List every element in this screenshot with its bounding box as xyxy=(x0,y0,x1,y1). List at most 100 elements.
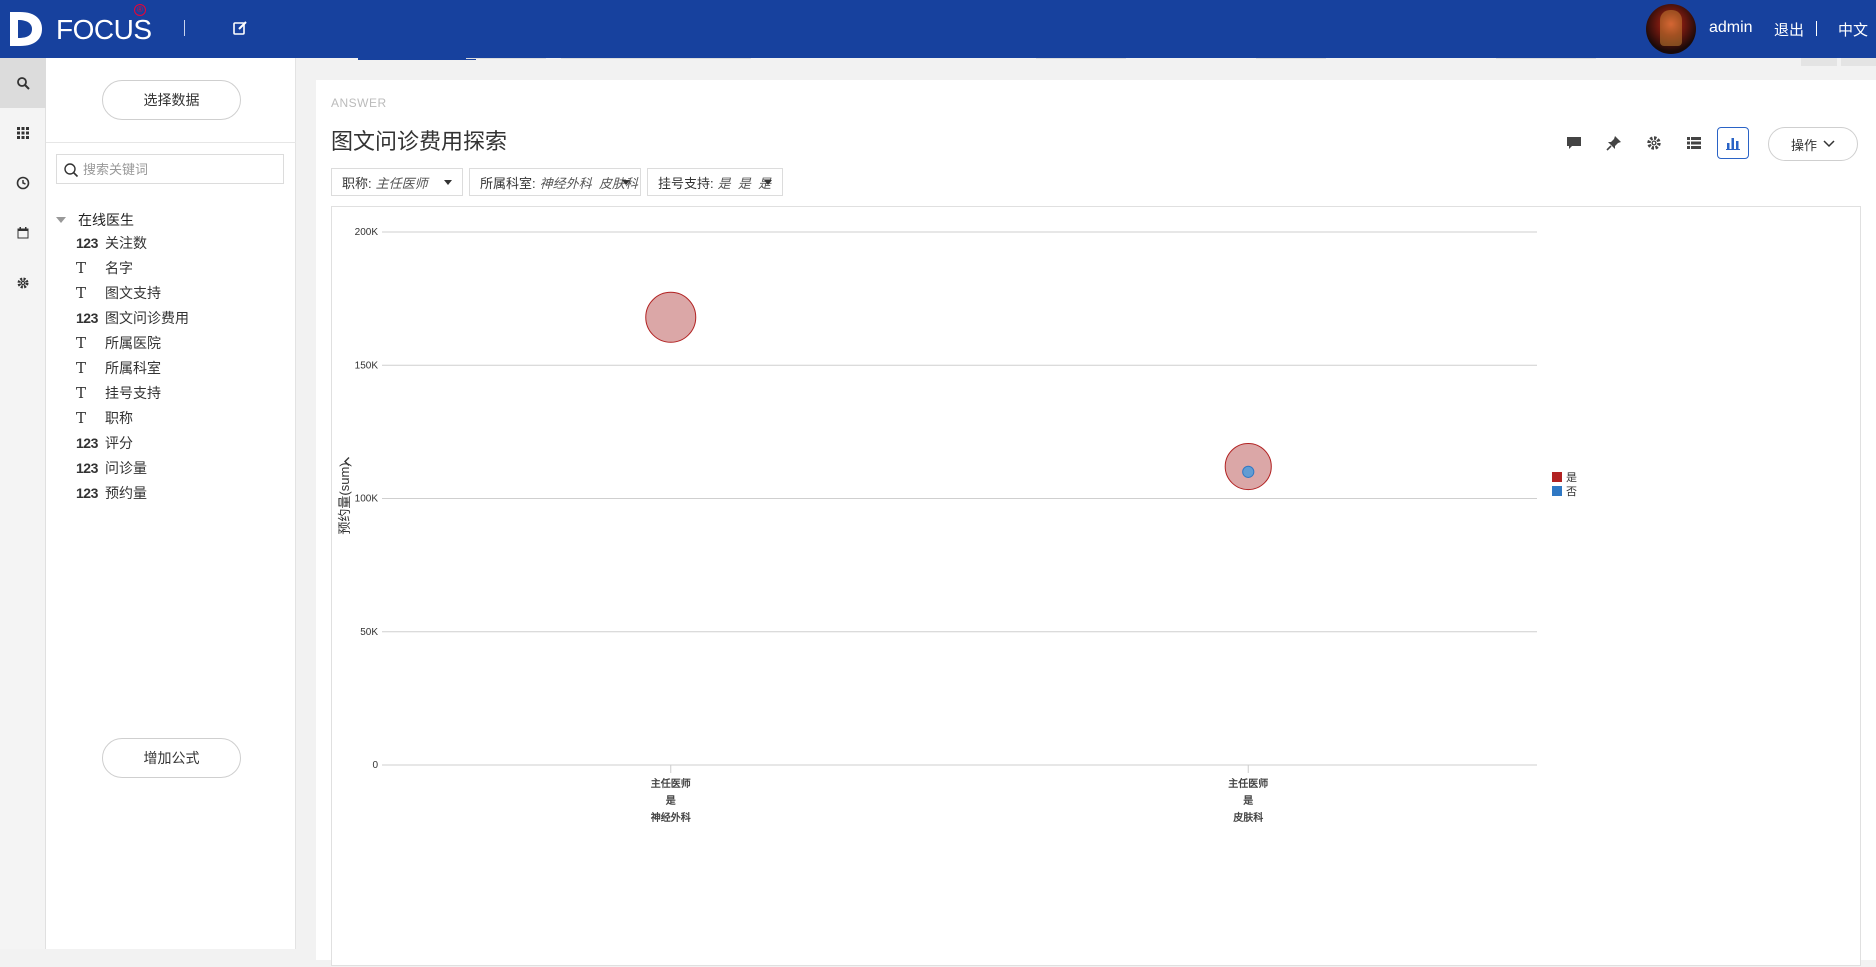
table-view-button[interactable] xyxy=(1681,130,1707,156)
filter-title-key: 职称: xyxy=(342,175,372,191)
rail-item-history[interactable] xyxy=(0,158,46,208)
answer-card: ANSWER 图文问诊费用探索 操作 职称: 主任医师 所属科室: 神经外科 皮… xyxy=(316,80,1876,966)
clock-icon xyxy=(16,176,30,190)
filter-department-key: 所属科室: xyxy=(480,175,536,191)
field-item[interactable]: T 挂号支持 xyxy=(76,380,189,405)
number-type-icon: 123 xyxy=(76,234,98,251)
registered-mark: ® xyxy=(134,4,146,16)
y-tick-label: 150K xyxy=(355,360,379,371)
settings-button[interactable] xyxy=(1641,130,1667,156)
logout-link[interactable]: 退出 xyxy=(1774,19,1804,40)
filter-title-value: 主任医师 xyxy=(375,175,428,191)
answer-section-label: ANSWER xyxy=(331,96,387,110)
field-item[interactable]: 123 问诊量 xyxy=(76,455,189,480)
user-name[interactable]: admin xyxy=(1709,19,1753,37)
top-bar: FOCUS ® admin 退出 中文 xyxy=(0,0,1876,58)
caret-down-icon xyxy=(622,180,630,185)
field-name: 图文支持 xyxy=(105,284,161,301)
field-search-input[interactable] xyxy=(83,159,279,179)
x-tick-label: 是 xyxy=(1242,795,1253,807)
x-tick-label: 是 xyxy=(665,795,676,807)
rail-item-search[interactable] xyxy=(0,58,46,108)
text-type-icon: T xyxy=(76,408,86,427)
rail-item-apps[interactable] xyxy=(0,108,46,158)
table-name: 在线医生 xyxy=(78,212,134,228)
filter-title[interactable]: 职称: 主任医师 xyxy=(331,168,463,196)
page-title: 图文问诊费用探索 xyxy=(331,129,508,154)
field-item[interactable]: T 职称 xyxy=(76,405,189,430)
language-switch[interactable]: 中文 xyxy=(1838,19,1868,40)
logo-mark-icon xyxy=(10,12,42,46)
field-item[interactable]: T 所属科室 xyxy=(76,355,189,380)
number-type-icon: 123 xyxy=(76,459,98,476)
field-name: 职称 xyxy=(105,409,133,426)
field-item[interactable]: 123 预约量 xyxy=(76,480,189,505)
add-formula-button[interactable]: 增加公式 xyxy=(102,738,241,778)
number-type-icon: 123 xyxy=(76,434,98,451)
top-divider-2 xyxy=(1816,21,1817,36)
bubble-chart: 050K100K150K200K预约量(sum)主任医师是神经外科主任医师是皮肤… xyxy=(337,227,1577,824)
x-tick-label: 主任医师 xyxy=(651,777,691,790)
edit-icon[interactable] xyxy=(232,20,248,36)
panel-divider xyxy=(46,142,296,143)
search-icon xyxy=(17,77,30,90)
grid-icon xyxy=(17,127,29,139)
text-type-icon: T xyxy=(76,358,86,377)
filter-department[interactable]: 所属科室: 神经外科 皮肤科 xyxy=(469,168,641,196)
field-search xyxy=(56,154,284,184)
operations-label: 操作 xyxy=(1790,137,1817,153)
caret-down-icon xyxy=(444,180,452,185)
legend-swatch xyxy=(1552,472,1562,482)
filter-registration-key: 挂号支持: xyxy=(658,175,714,191)
caret-down-icon[interactable] xyxy=(56,217,66,223)
field-name: 名字 xyxy=(105,259,133,276)
field-item[interactable]: 123 评分 xyxy=(76,430,189,455)
field-item[interactable]: T 所属医院 xyxy=(76,330,189,355)
x-tick-label: 皮肤科 xyxy=(1232,811,1263,824)
chevron-down-icon xyxy=(1823,140,1835,148)
caret-down-icon xyxy=(764,180,772,185)
y-tick-label: 100K xyxy=(355,494,379,505)
calendar-icon xyxy=(17,227,29,239)
text-type-icon: T xyxy=(76,258,86,277)
y-axis-label: 预约量(sum) xyxy=(337,462,352,534)
field-item[interactable]: 123 图文问诊费用 xyxy=(76,305,189,330)
text-type-icon: T xyxy=(76,333,86,352)
field-name: 所属科室 xyxy=(105,359,161,376)
field-name: 关注数 xyxy=(105,234,147,251)
chart-view-button[interactable] xyxy=(1717,127,1749,159)
x-tick-label: 神经外科 xyxy=(651,811,691,824)
logo[interactable]: FOCUS xyxy=(6,8,152,50)
y-tick-label: 200K xyxy=(355,227,379,238)
field-name: 挂号支持 xyxy=(105,384,161,401)
rail-item-settings[interactable] xyxy=(0,258,46,308)
legend-swatch xyxy=(1552,486,1562,496)
filter-registration[interactable]: 挂号支持: 是 是 是 xyxy=(647,168,783,196)
field-name: 问诊量 xyxy=(105,459,147,476)
y-tick-label: 0 xyxy=(372,760,378,771)
chart-frame: 0 50K 100K 150K 200K 预约量(sum) 主任医师是神经外科 主任医师是皮肤… xyxy=(331,206,1861,966)
field-item[interactable]: T 名字 xyxy=(76,255,189,280)
field-name: 图文问诊费用 xyxy=(105,309,189,326)
y-tick-label: 50K xyxy=(360,627,378,638)
gear-icon xyxy=(17,277,29,289)
comment-button[interactable] xyxy=(1561,130,1587,156)
field-item[interactable]: T 图文支持 xyxy=(76,280,189,305)
field-name: 所属医院 xyxy=(105,334,161,351)
select-data-button[interactable]: 选择数据 xyxy=(102,80,241,120)
table-node[interactable]: 在线医生 xyxy=(56,210,134,230)
logo-text: FOCUS xyxy=(56,14,152,45)
operations-button[interactable]: 操作 xyxy=(1768,127,1858,161)
avatar[interactable] xyxy=(1646,4,1696,54)
main-area: ANSWER 图文问诊费用探索 操作 职称: 主任医师 所属科室: 神经外科 皮… xyxy=(296,58,1876,966)
legend-label: 是 xyxy=(1566,471,1577,484)
number-type-icon: 123 xyxy=(76,484,98,501)
field-item[interactable]: 123 关注数 xyxy=(76,230,189,255)
field-list: 123 关注数 T 名字 T 图文支持 123 图文问诊费用 T 所属医院 T 所属科室 T 挂号支持 T 职… xyxy=(76,230,189,505)
bar-chart-icon xyxy=(1726,138,1740,150)
pin-button[interactable] xyxy=(1601,130,1627,156)
rail-item-calendar[interactable] xyxy=(0,208,46,258)
text-type-icon: T xyxy=(76,383,86,402)
text-type-icon: T xyxy=(76,283,86,302)
x-tick-label: 主任医师 xyxy=(1228,777,1268,790)
